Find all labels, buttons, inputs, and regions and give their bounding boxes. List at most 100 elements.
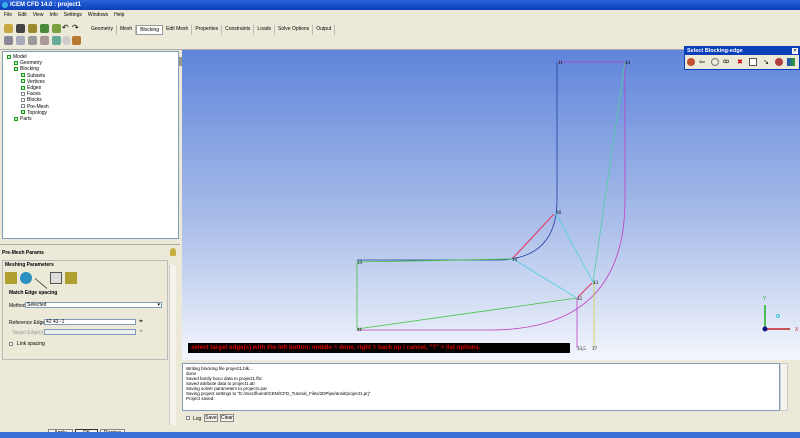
- tab-bar: Geometry Mesh Blocking Edit Mesh Propert…: [88, 25, 336, 35]
- vertex-label: 41: [357, 328, 363, 333]
- blocks-select-icon[interactable]: [787, 58, 795, 66]
- reference-edge-label: Reference Edge: [9, 320, 46, 326]
- subgroup-title: Match Edge spacing: [9, 290, 58, 296]
- target-edge-input[interactable]: [44, 329, 136, 335]
- model-tree: Model Geometry Blocking Subsets Vertices Edge…: [2, 51, 179, 239]
- open-geometry-icon[interactable]: [28, 24, 37, 33]
- tree-node-label: Vertices: [27, 78, 45, 85]
- tree-checkbox[interactable]: [21, 110, 25, 115]
- zoom-icon[interactable]: [16, 36, 25, 45]
- panel-scrollbar[interactable]: [169, 265, 176, 425]
- tree-checkbox[interactable]: [21, 79, 25, 84]
- measure-icon[interactable]: [28, 36, 37, 45]
- save-icon[interactable]: [16, 24, 25, 33]
- tree-checkbox[interactable]: [21, 97, 25, 102]
- graphics-viewport[interactable]: 11 44 38 34 13 41 42 43 33,5 37 Y X: [182, 50, 800, 360]
- menu-edit[interactable]: Edit: [18, 12, 27, 18]
- vertex-label: 11: [558, 61, 563, 66]
- tab-geometry[interactable]: Geometry: [88, 25, 117, 35]
- edge-top-inner: [356, 258, 514, 263]
- redo-icon[interactable]: ↷: [72, 24, 81, 33]
- select-all-icon[interactable]: [687, 58, 695, 66]
- vertex-label: 38: [556, 211, 562, 216]
- select-panel-title: Select Blocking-edge: [685, 47, 799, 55]
- reference-edge-input[interactable]: 42 43 -1: [44, 319, 136, 325]
- menu-info[interactable]: Info: [49, 12, 57, 18]
- polygon-select-icon[interactable]: ꝏ: [723, 58, 729, 65]
- prompt-message: select target edge(s) with the left butt…: [188, 343, 570, 353]
- tab-mesh[interactable]: Mesh: [117, 25, 137, 35]
- tree-checkbox[interactable]: [14, 116, 18, 121]
- select-target-icon[interactable]: ⌖: [139, 328, 143, 336]
- pointer-icon[interactable]: ⇦: [699, 58, 705, 66]
- title-bar: ICEM CFD 14.0 : project1: [0, 0, 800, 10]
- clear-log-button[interactable]: Clear: [220, 414, 234, 422]
- method-label: Method: [9, 303, 26, 309]
- undo-icon[interactable]: ↶: [62, 24, 71, 33]
- log-checkbox[interactable]: [186, 416, 190, 420]
- method-select[interactable]: Selected ▾: [25, 302, 162, 308]
- blocking-geometry: 11 44 38 34 13 41 42 43 33,5 37 Y X: [356, 61, 799, 352]
- menu-settings[interactable]: Settings: [64, 12, 82, 18]
- chevron-down-icon: ▾: [157, 302, 160, 308]
- edge-diag-38-43: [554, 211, 594, 283]
- axis-triad: Y X: [762, 296, 799, 333]
- tree-checkbox[interactable]: [21, 73, 25, 78]
- link-spacing-checkbox[interactable]: [9, 342, 13, 346]
- menu-windows[interactable]: Windows: [88, 12, 108, 18]
- open-mesh-icon[interactable]: [40, 24, 49, 33]
- scale-sizes-icon[interactable]: [20, 272, 32, 284]
- message-log[interactable]: Writing blocking file project1.blk... don…: [182, 363, 780, 411]
- method-value: Selected: [27, 302, 47, 308]
- tab-loads[interactable]: Loads: [254, 25, 276, 35]
- tab-properties[interactable]: Properties: [192, 25, 223, 35]
- close-icon[interactable]: ✕: [792, 48, 798, 54]
- vertex-label: 34: [512, 258, 518, 263]
- part-select-icon[interactable]: [775, 58, 783, 66]
- edge-select-icon[interactable]: ↘: [763, 58, 769, 66]
- tree-node-label: Subsets: [27, 72, 46, 79]
- solid-icon[interactable]: [72, 36, 81, 45]
- tree-checkbox[interactable]: [14, 60, 18, 65]
- open-blocking-icon[interactable]: [52, 24, 61, 33]
- tab-constraints[interactable]: Constraints: [222, 25, 255, 35]
- open-icon[interactable]: [4, 24, 13, 33]
- tab-output[interactable]: Output: [313, 25, 336, 35]
- edge-diag-44-43: [592, 61, 626, 283]
- select-icon[interactable]: [40, 36, 49, 45]
- refinement-icon[interactable]: [65, 272, 77, 284]
- menu-bar: File Edit View Info Settings Windows Hel…: [0, 10, 800, 20]
- pre-mesh-params-panel: Pre-Mesh Params Meshing Parameters Match…: [0, 244, 180, 437]
- tree-checkbox[interactable]: [21, 85, 25, 90]
- tree-node[interactable]: Parts: [5, 116, 176, 122]
- menu-view[interactable]: View: [33, 12, 44, 18]
- view-icon[interactable]: [52, 36, 61, 45]
- tab-blocking[interactable]: Blocking: [136, 25, 164, 35]
- x-axis-label: X: [795, 327, 799, 333]
- tree-checkbox[interactable]: [21, 104, 25, 109]
- update-sizes-icon[interactable]: [5, 272, 17, 284]
- save-log-button[interactable]: Save: [204, 414, 218, 422]
- panel-title: Pre-Mesh Params: [2, 250, 44, 256]
- shade-icon[interactable]: [62, 36, 71, 45]
- log-line: Project saved.: [186, 396, 215, 401]
- tree-checkbox[interactable]: [21, 91, 25, 96]
- box-select-icon[interactable]: [749, 58, 757, 66]
- menu-file[interactable]: File: [4, 12, 12, 18]
- tree-node-label: Model: [13, 54, 27, 60]
- taskbar: [0, 432, 800, 438]
- select-edge-icon[interactable]: ⌖: [139, 318, 143, 326]
- match-edges-icon[interactable]: [50, 272, 62, 284]
- tree-checkbox[interactable]: [14, 67, 18, 72]
- tab-solve-options[interactable]: Solve Options: [275, 25, 314, 35]
- edge-selected-2: [577, 282, 593, 298]
- tree-checkbox[interactable]: [7, 54, 11, 59]
- log-scrollbar[interactable]: [780, 363, 788, 411]
- cancel-selection-icon[interactable]: ✖: [737, 58, 743, 66]
- tab-edit-mesh[interactable]: Edit Mesh: [163, 25, 193, 35]
- menu-help[interactable]: Help: [114, 12, 124, 18]
- circle-select-icon[interactable]: [711, 58, 719, 66]
- vertex-label: 33,5: [577, 347, 586, 352]
- help-icon[interactable]: [170, 248, 176, 256]
- fit-icon[interactable]: [4, 36, 13, 45]
